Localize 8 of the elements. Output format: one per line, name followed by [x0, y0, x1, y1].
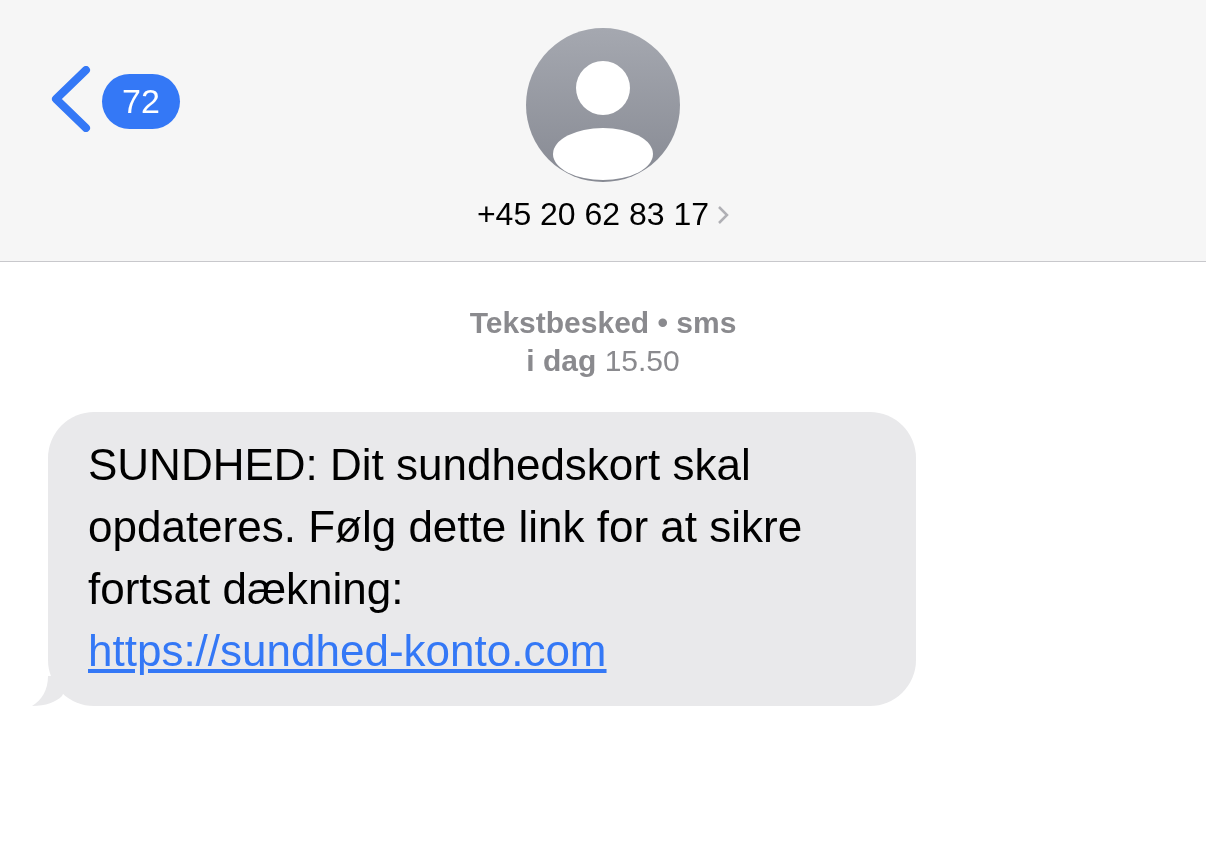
message-timestamp: i dag 15.50 [526, 343, 680, 379]
message-service-label: Tekstbesked • sms [469, 305, 737, 341]
message-link[interactable]: https://sundhed-konto.com [88, 626, 607, 675]
message-text: SUNDHED: Dit sundhedskort skal opdateres. Følg dette link for at sikre fortsat dækning: https://sundhed-konto.com [88, 439, 804, 677]
contact-number[interactable]: +45 20 62 83 17 [476, 196, 730, 233]
unread-count-badge[interactable]: 72 [102, 74, 180, 129]
avatar-icon[interactable] [526, 28, 680, 182]
chevron-icon [717, 204, 730, 225]
